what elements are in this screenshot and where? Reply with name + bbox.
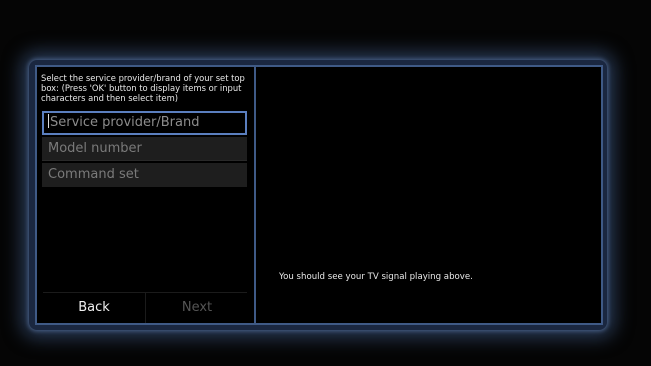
next-button[interactable]: Next: [145, 293, 248, 323]
provider-brand-field[interactable]: Service provider/Brand: [42, 111, 247, 135]
text-caret: [48, 114, 49, 128]
setup-form-pane: Select the service provider/brand of you…: [37, 67, 256, 323]
command-set-field[interactable]: Command set: [42, 163, 247, 187]
instructions-text: Select the service provider/brand of you…: [41, 73, 245, 103]
setup-panel: Select the service provider/brand of you…: [35, 65, 603, 325]
model-number-placeholder: Model number: [48, 141, 142, 156]
model-number-field[interactable]: Model number: [42, 137, 247, 161]
back-button[interactable]: Back: [43, 293, 145, 323]
provider-brand-placeholder: Service provider/Brand: [50, 115, 200, 130]
tv-signal-message: You should see your TV signal playing ab…: [279, 272, 473, 282]
command-set-placeholder: Command set: [48, 167, 139, 182]
tv-screen: Select the service provider/brand of you…: [0, 0, 651, 366]
tv-preview-pane: You should see your TV signal playing ab…: [256, 67, 601, 323]
navigation-buttons: Back Next: [43, 292, 247, 323]
